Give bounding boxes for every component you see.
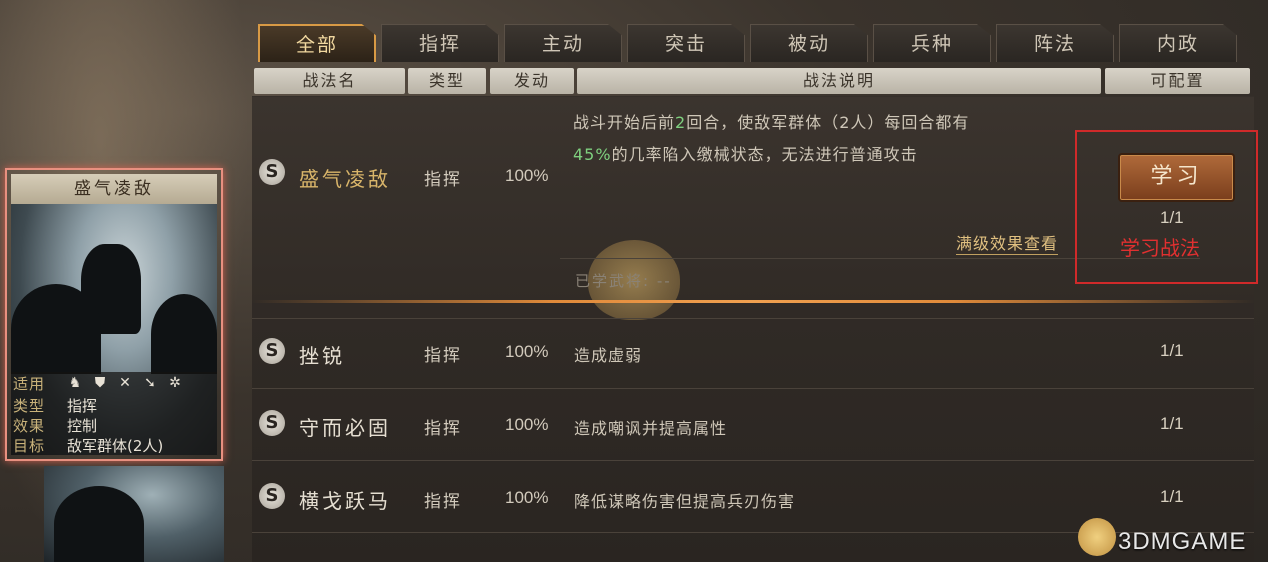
header-description: 战法说明 [577, 68, 1101, 94]
row-divider [252, 460, 1254, 461]
wheel-icon: ✲ [169, 375, 181, 391]
skill-config-count: 1/1 [1160, 414, 1184, 433]
tab-passive[interactable]: 被动 [750, 24, 868, 62]
info-type: 类型 指挥 [13, 397, 98, 415]
annotation-label: 学习战法 [1120, 236, 1200, 260]
skill-config-count: 1/1 [1160, 341, 1184, 360]
soldier-silhouette [11, 284, 101, 374]
grade-badge: S [259, 338, 285, 364]
skill-card-next[interactable] [44, 466, 224, 562]
skill-description: 降低谋略伤害但提高兵刃伤害 [574, 492, 796, 511]
info-effect: 效果 控制 [13, 417, 98, 435]
skill-description-line1: 战斗开始后前2回合，使敌军群体（2人）每回合都有 [573, 113, 970, 132]
skill-description: 造成嘲讽并提高属性 [574, 419, 728, 438]
grade-badge: S [259, 483, 285, 509]
skill-rate: 100% [505, 342, 549, 361]
skill-name[interactable]: 守而必固 [299, 412, 391, 441]
unit-icons: ♞ ⛊ ✕ ➘ ✲ [67, 375, 183, 391]
tab-command[interactable]: 指挥 [381, 24, 499, 62]
grade-badge: S [259, 410, 285, 436]
row-divider [252, 318, 1254, 319]
skill-card-info: 适用 ♞ ⛊ ✕ ➘ ✲ 类型 指挥 效果 控制 目标 敌军群体(2人) [11, 372, 217, 455]
tab-formation[interactable]: 阵法 [996, 24, 1114, 62]
skill-type: 指挥 [424, 419, 462, 439]
header-type[interactable]: 类型 [408, 68, 486, 94]
info-target: 目标 敌军群体(2人) [13, 437, 164, 455]
skill-config-count: 1/1 [1160, 487, 1184, 506]
tab-all[interactable]: 全部 [258, 24, 376, 62]
spear-icon: ➘ [144, 375, 156, 391]
row-divider [252, 388, 1254, 389]
skill-type: 指挥 [424, 492, 462, 512]
tab-internal[interactable]: 内政 [1119, 24, 1237, 62]
watermark-logo-icon [1078, 518, 1116, 556]
shield-icon: ⛊ [94, 375, 106, 391]
tab-assault[interactable]: 突击 [627, 24, 745, 62]
header-trigger[interactable]: 发动 [490, 68, 574, 94]
header-configurable[interactable]: 可配置 [1105, 68, 1250, 94]
soldier-silhouette [151, 294, 217, 374]
skill-description-line2: 45%的几率陷入缴械状态，无法进行普通攻击 [573, 145, 918, 164]
skill-rate: 100% [505, 488, 549, 507]
skill-type: 指挥 [424, 346, 462, 366]
soldier-silhouette [54, 486, 144, 562]
skill-card-title: 盛气凌敌 [11, 174, 217, 204]
info-suit: 适用 ♞ ⛊ ✕ ➘ ✲ [11, 374, 217, 394]
tab-troop[interactable]: 兵种 [873, 24, 991, 62]
max-level-effect-link[interactable]: 满级效果查看 [956, 230, 1059, 255]
skill-description: 造成虚弱 [574, 346, 643, 365]
cavalry-icon: ♞ [68, 375, 82, 391]
watermark-text: 3DMGAME [1118, 528, 1247, 555]
skill-name[interactable]: 横戈跃马 [299, 485, 391, 514]
crossed-bows-icon: ✕ [119, 375, 131, 391]
skill-rate: 100% [505, 415, 549, 434]
skill-name: 盛气凌敌 [299, 167, 391, 191]
skill-rate: 100% [505, 166, 549, 185]
selected-row-glow [252, 300, 1254, 303]
tab-active[interactable]: 主动 [504, 24, 622, 62]
skill-name[interactable]: 挫锐 [299, 340, 345, 369]
header-name[interactable]: 战法名 [254, 68, 405, 94]
skill-type: 指挥 [424, 170, 462, 190]
grade-badge: S [259, 159, 285, 185]
learned-generals: 已学武将: -- [575, 272, 672, 290]
